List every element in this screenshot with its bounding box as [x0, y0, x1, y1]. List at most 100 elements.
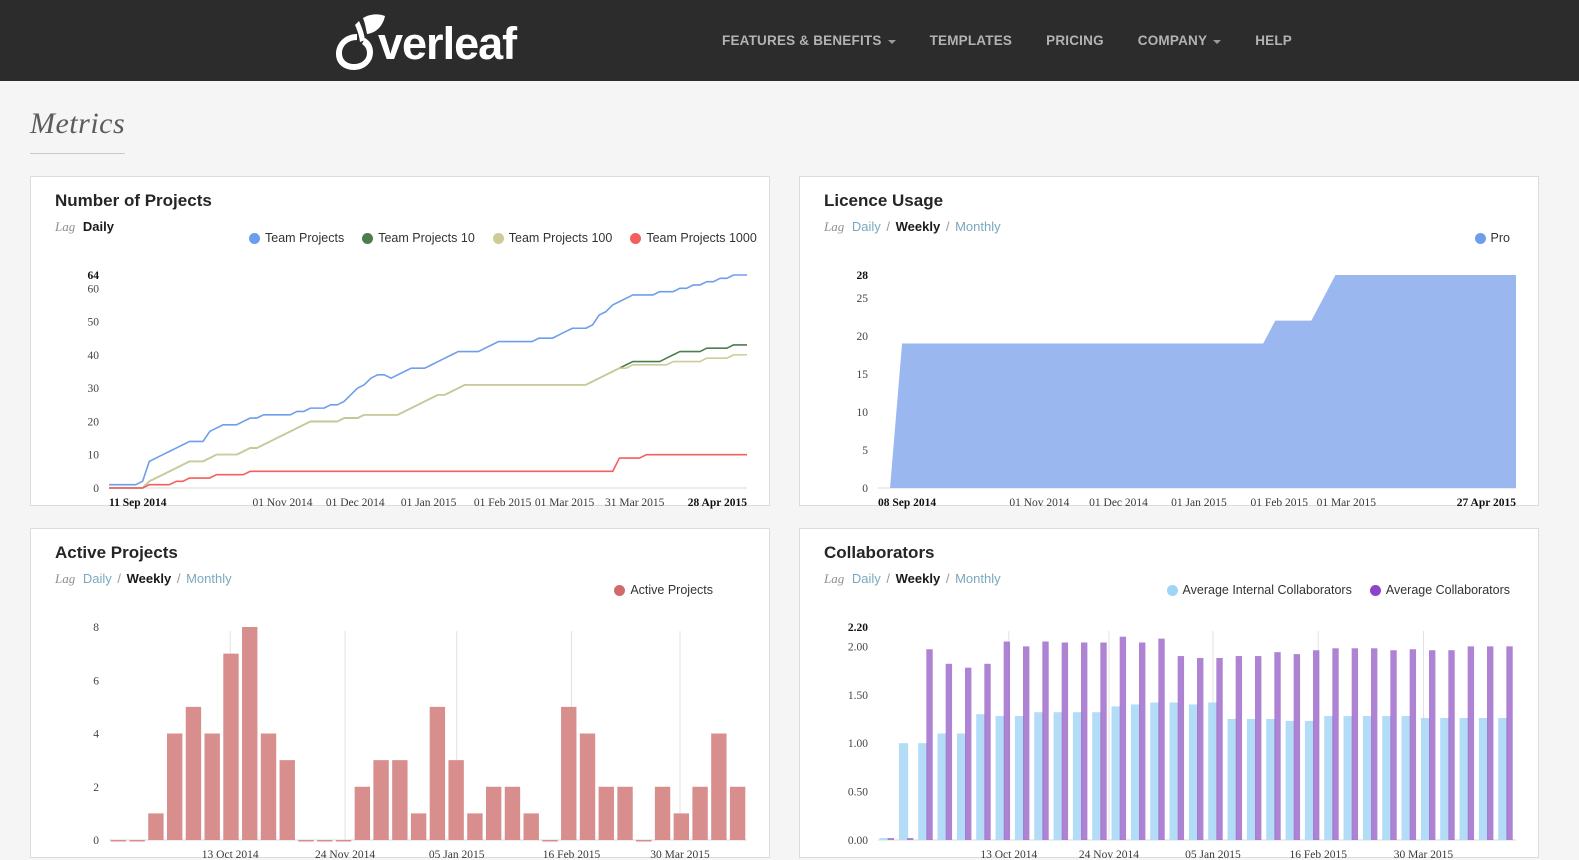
svg-text:01 Feb 2015: 01 Feb 2015 [474, 497, 532, 509]
lag-option-weekly[interactable]: Weekly [127, 571, 172, 586]
svg-text:13 Oct 2014: 13 Oct 2014 [202, 849, 259, 860]
svg-text:1.00: 1.00 [848, 738, 868, 750]
panel-collaborators: Collaborators Lag Daily / Weekly / Month… [799, 528, 1539, 858]
svg-text:05 Jan 2015: 05 Jan 2015 [429, 849, 485, 860]
svg-text:24 Nov 2014: 24 Nov 2014 [315, 849, 375, 860]
panel-active-projects: Active Projects Lag Daily / Weekly / Mon… [30, 528, 770, 858]
svg-text:20: 20 [88, 416, 100, 428]
svg-text:01 Jan 2015: 01 Jan 2015 [1171, 497, 1227, 509]
legend-label: Team Projects [265, 231, 344, 245]
svg-text:27 Apr 2015: 27 Apr 2015 [1457, 497, 1516, 509]
svg-text:6: 6 [93, 675, 99, 687]
metrics-grid: Number of Projects Lag Daily Team Projec… [0, 154, 1579, 860]
lag-separator: / [886, 571, 890, 586]
svg-text:24 Nov 2014: 24 Nov 2014 [1079, 849, 1139, 860]
panel-title: Number of Projects [55, 191, 753, 211]
lag-separator: / [177, 571, 181, 586]
nav-item-company[interactable]: COMPANY [1121, 33, 1238, 48]
lag-label: Lag [55, 571, 75, 586]
legend-item-team-projects-1000[interactable]: Team Projects 1000 [630, 231, 756, 245]
svg-text:28 Apr 2015: 28 Apr 2015 [688, 497, 747, 509]
svg-text:15: 15 [857, 369, 869, 381]
legend-licence-usage: Pro [1475, 231, 1510, 245]
chart-active-projects[interactable]: 8 6 4 2 0 13 Oct 2014 24 Nov 2014 05 Jan 2015 16… [47, 621, 753, 860]
svg-text:05 Jan 2015: 05 Jan 2015 [1185, 849, 1241, 860]
legend-active-projects: Active Projects [614, 583, 713, 597]
lag-separator: / [946, 219, 950, 234]
svg-text:30 Mar 2015: 30 Mar 2015 [650, 849, 710, 860]
nav-label: HELP [1255, 33, 1292, 48]
svg-text:01 Dec 2014: 01 Dec 2014 [1089, 497, 1148, 509]
top-navbar: verleaf FEATURES & BENEFITS TEMPLATES PR… [0, 0, 1579, 81]
svg-text:2: 2 [93, 782, 99, 794]
svg-text:31 Mar 2015: 31 Mar 2015 [605, 497, 665, 509]
legend-item-average-collaborators[interactable]: Average Collaborators [1370, 583, 1510, 597]
nav-item-templates[interactable]: TEMPLATES [913, 33, 1030, 48]
svg-text:13 Oct 2014: 13 Oct 2014 [980, 849, 1037, 860]
svg-text:01 Nov 2014: 01 Nov 2014 [253, 497, 313, 509]
nav-item-pricing[interactable]: PRICING [1029, 33, 1121, 48]
svg-text:8: 8 [93, 622, 99, 634]
svg-text:01 Mar 2015: 01 Mar 2015 [1317, 497, 1377, 509]
svg-text:01 Mar 2015: 01 Mar 2015 [535, 497, 595, 509]
chart-licence-usage[interactable]: 28252015105008 Sep 201401 Nov 201401 Dec… [816, 269, 1522, 514]
svg-text:0: 0 [93, 835, 99, 847]
lag-label: Lag [824, 571, 844, 586]
svg-text:0: 0 [862, 483, 868, 495]
svg-text:30: 30 [88, 383, 100, 395]
lag-option-weekly[interactable]: Weekly [896, 219, 941, 234]
legend-label: Average Collaborators [1386, 583, 1510, 597]
legend-dot-icon [362, 233, 373, 244]
overleaf-leaf-logo: verleaf [333, 12, 533, 70]
nav-label: COMPANY [1138, 33, 1207, 48]
nav-label: PRICING [1046, 33, 1104, 48]
chart-collaborators[interactable]: 2.202.001.501.000.500.0013 Oct 201424 No… [816, 621, 1522, 860]
lag-option-daily[interactable]: Daily [852, 219, 881, 234]
lag-separator: / [886, 219, 890, 234]
svg-text:0: 0 [93, 483, 99, 495]
svg-text:30 Mar 2015: 30 Mar 2015 [1394, 849, 1454, 860]
lag-label: Lag [55, 219, 75, 234]
lag-option-daily[interactable]: Daily [83, 219, 114, 234]
svg-text:10: 10 [88, 450, 100, 462]
svg-text:60: 60 [88, 283, 100, 295]
panel-title: Active Projects [55, 543, 753, 563]
legend-item-team-projects-10[interactable]: Team Projects 10 [362, 231, 475, 245]
svg-text:01 Nov 2014: 01 Nov 2014 [1009, 497, 1069, 509]
chart-number-of-projects[interactable]: 64605040302010011 Sep 201401 Nov 201401 … [47, 269, 753, 514]
svg-text:64: 64 [88, 270, 100, 282]
chevron-down-icon [888, 40, 896, 44]
legend-label: Active Projects [630, 583, 713, 597]
legend-item-average-internal-collaborators[interactable]: Average Internal Collaborators [1167, 583, 1352, 597]
panel-licence-usage: Licence Usage Lag Daily / Weekly / Month… [799, 176, 1539, 506]
svg-text:01 Feb 2015: 01 Feb 2015 [1251, 497, 1309, 509]
svg-text:0.00: 0.00 [848, 835, 868, 847]
lag-option-monthly[interactable]: Monthly [955, 219, 1001, 234]
lag-option-daily[interactable]: Daily [83, 571, 112, 586]
legend-item-active-projects[interactable]: Active Projects [614, 583, 713, 597]
legend-item-team-projects-100[interactable]: Team Projects 100 [493, 231, 613, 245]
legend-item-pro[interactable]: Pro [1475, 231, 1510, 245]
svg-text:01 Dec 2014: 01 Dec 2014 [326, 497, 385, 509]
nav-item-help[interactable]: HELP [1238, 33, 1309, 48]
svg-text:10: 10 [857, 407, 869, 419]
panel-title: Collaborators [824, 543, 1522, 563]
svg-text:verleaf: verleaf [378, 18, 518, 69]
legend-item-team-projects[interactable]: Team Projects [249, 231, 344, 245]
page-header: Metrics [0, 81, 1579, 154]
overleaf-logo[interactable]: verleaf [333, 12, 533, 70]
svg-text:50: 50 [88, 317, 100, 329]
lag-option-daily[interactable]: Daily [852, 571, 881, 586]
chevron-down-icon [1213, 40, 1221, 44]
legend-label: Average Internal Collaborators [1183, 583, 1352, 597]
svg-text:16 Feb 2015: 16 Feb 2015 [543, 849, 601, 860]
lag-option-monthly[interactable]: Monthly [186, 571, 232, 586]
nav-item-features-benefits[interactable]: FEATURES & BENEFITS [705, 33, 913, 48]
svg-text:4: 4 [93, 729, 99, 741]
lag-option-weekly[interactable]: Weekly [896, 571, 941, 586]
svg-text:40: 40 [88, 350, 100, 362]
lag-option-monthly[interactable]: Monthly [955, 571, 1001, 586]
svg-text:0.50: 0.50 [848, 787, 868, 799]
legend-dot-icon [1370, 585, 1381, 596]
nav-label: FEATURES & BENEFITS [722, 33, 882, 48]
